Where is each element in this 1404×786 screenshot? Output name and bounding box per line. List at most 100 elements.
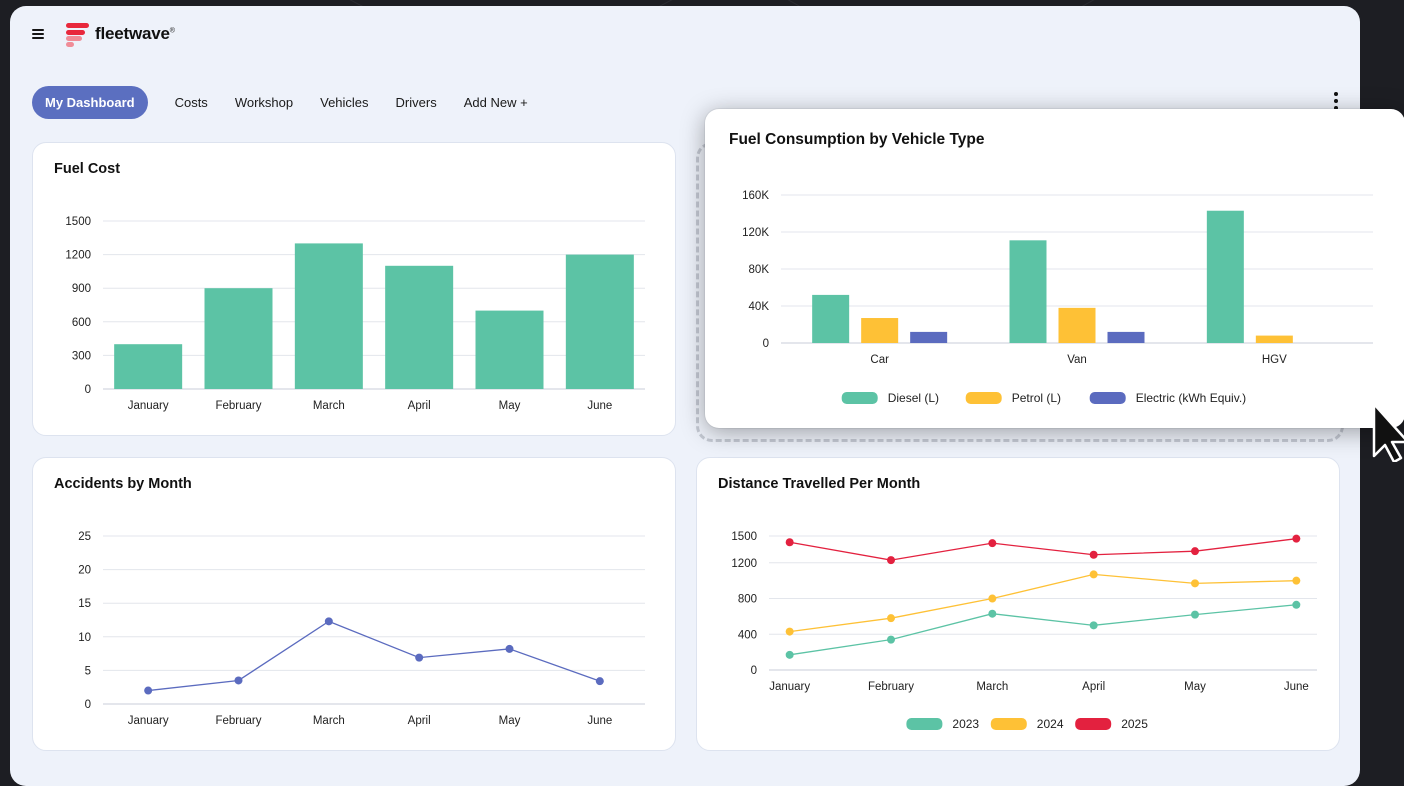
x-tick-label: March bbox=[313, 400, 345, 412]
data-point bbox=[988, 594, 997, 603]
y-tick-label: 15 bbox=[78, 598, 91, 610]
tab-vehicles[interactable]: Vehicles bbox=[320, 95, 368, 110]
tab-drivers[interactable]: Drivers bbox=[396, 95, 437, 110]
y-tick-label: 20 bbox=[78, 565, 91, 577]
y-tick-label: 600 bbox=[72, 317, 91, 329]
bar bbox=[294, 243, 363, 389]
data-point bbox=[415, 653, 424, 662]
data-point bbox=[785, 538, 794, 547]
data-point bbox=[887, 556, 895, 565]
legend-swatch bbox=[841, 392, 878, 404]
y-tick-label: 160K bbox=[742, 190, 769, 202]
bar bbox=[114, 344, 183, 389]
fuel-consumption-card-dragging[interactable]: Fuel Consumption by Vehicle Type 0 40K 80K… bbox=[705, 109, 1404, 428]
bar bbox=[1009, 240, 1047, 343]
fleetwave-logo-icon bbox=[66, 23, 90, 47]
bar bbox=[385, 265, 454, 389]
data-point bbox=[887, 614, 895, 623]
bar bbox=[1107, 331, 1145, 343]
data-point bbox=[785, 627, 794, 636]
y-tick-label: 120K bbox=[742, 227, 769, 239]
x-tick-label: May bbox=[499, 400, 521, 412]
data-point bbox=[234, 676, 243, 685]
y-tick-label: 0 bbox=[751, 665, 757, 677]
y-tick-label: 40K bbox=[749, 301, 770, 313]
fuel-cost-chart: 0 300 600 900 1200 1500 January February March Ap… bbox=[65, 216, 645, 412]
x-tick-label: Car bbox=[870, 354, 889, 366]
series-line bbox=[148, 620, 601, 692]
y-tick-label: 800 bbox=[738, 594, 757, 606]
y-tick-label: 400 bbox=[738, 629, 757, 641]
legend-label: 2024 bbox=[1037, 717, 1064, 731]
y-tick-label: 10 bbox=[78, 632, 91, 644]
brand-name: fleetwave® bbox=[95, 24, 175, 43]
tab-add-new[interactable]: Add New + bbox=[464, 95, 528, 110]
bar bbox=[1206, 210, 1244, 343]
tab-workshop[interactable]: Workshop bbox=[235, 95, 293, 110]
data-point bbox=[1191, 579, 1199, 588]
series-line bbox=[789, 573, 1297, 633]
x-tick-label: February bbox=[868, 681, 914, 693]
bar bbox=[910, 331, 948, 343]
bar bbox=[1058, 307, 1096, 343]
x-tick-label: April bbox=[408, 715, 431, 727]
bar bbox=[565, 254, 634, 389]
x-tick-label: April bbox=[1082, 681, 1105, 693]
x-tick-label: January bbox=[128, 715, 169, 727]
hamburger-menu-icon[interactable] bbox=[32, 28, 44, 40]
y-tick-label: 1500 bbox=[65, 216, 91, 228]
legend-label: Petrol (L) bbox=[1012, 391, 1061, 405]
bar bbox=[204, 288, 273, 389]
legend-label: Electric (kWh Equiv.) bbox=[1136, 391, 1246, 405]
legend-label: Diesel (L) bbox=[888, 391, 939, 405]
data-point bbox=[1292, 600, 1301, 609]
x-tick-label: June bbox=[587, 715, 612, 727]
y-tick-label: 80K bbox=[749, 264, 770, 276]
bar bbox=[812, 294, 850, 343]
legend-swatch bbox=[1089, 392, 1126, 404]
bar bbox=[1255, 335, 1293, 343]
series-line bbox=[789, 604, 1297, 656]
y-tick-label: 900 bbox=[72, 283, 91, 295]
x-tick-label: June bbox=[587, 400, 612, 412]
data-point bbox=[505, 644, 514, 653]
data-point bbox=[887, 635, 895, 644]
data-point bbox=[1089, 550, 1098, 559]
data-point bbox=[988, 609, 997, 618]
main-nav: My Dashboard Costs Workshop Vehicles Dri… bbox=[32, 86, 555, 119]
y-tick-label: 0 bbox=[85, 699, 91, 711]
x-tick-label: Van bbox=[1067, 354, 1087, 366]
legend-swatch bbox=[906, 718, 943, 730]
y-tick-label: 5 bbox=[85, 665, 91, 677]
x-tick-label: February bbox=[215, 400, 261, 412]
bar bbox=[861, 318, 899, 343]
x-tick-label: February bbox=[215, 715, 261, 727]
x-tick-label: March bbox=[313, 715, 345, 727]
tab-costs[interactable]: Costs bbox=[175, 95, 208, 110]
y-tick-label: 1200 bbox=[65, 250, 91, 262]
data-point bbox=[1191, 547, 1199, 556]
x-tick-label: May bbox=[1184, 681, 1206, 693]
fuel-cost-card: Fuel Cost 0 300 600 900 1200 1500 January Febru… bbox=[32, 142, 676, 436]
accidents-card: Accidents by Month 0 5 10 15 20 25 January Febr… bbox=[32, 457, 676, 751]
distance-card: Distance Travelled Per Month 0 400 800 1200… bbox=[696, 457, 1340, 751]
mouse-pointer-icon bbox=[1372, 402, 1404, 462]
data-point bbox=[144, 686, 153, 695]
x-tick-label: January bbox=[128, 400, 169, 412]
data-point bbox=[595, 677, 604, 686]
x-tick-label: June bbox=[1284, 681, 1309, 693]
legend-swatch bbox=[1075, 718, 1112, 730]
data-point bbox=[1292, 576, 1301, 585]
data-point bbox=[988, 539, 997, 548]
legend-swatch bbox=[990, 718, 1027, 730]
more-vertical-icon[interactable] bbox=[1332, 92, 1340, 110]
x-tick-label: March bbox=[976, 681, 1008, 693]
x-tick-label: May bbox=[499, 715, 521, 727]
data-point bbox=[785, 650, 794, 659]
y-tick-label: 300 bbox=[72, 350, 91, 362]
y-tick-label: 0 bbox=[763, 338, 769, 350]
data-point bbox=[1191, 610, 1199, 619]
accidents-chart: 0 5 10 15 20 25 January February March April May Ju… bbox=[78, 531, 645, 727]
data-point bbox=[1089, 570, 1098, 579]
tab-my-dashboard[interactable]: My Dashboard bbox=[32, 86, 148, 119]
